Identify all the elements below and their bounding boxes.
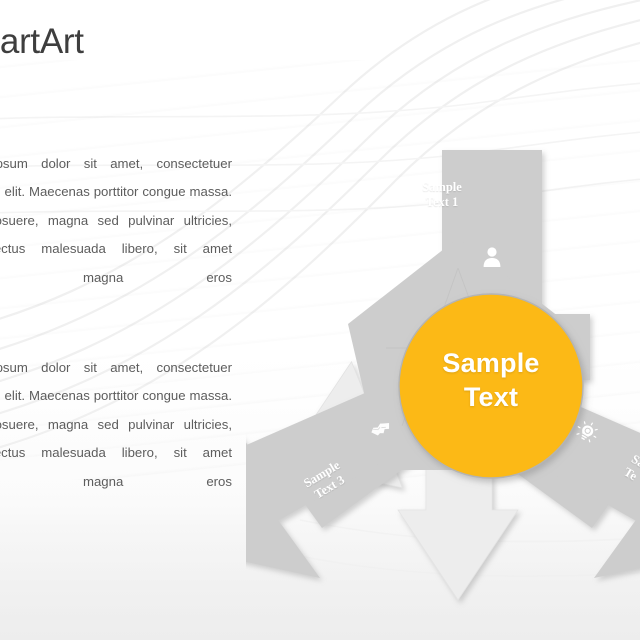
body-paragraph-2: Lorem ipsum dolor sit amet, consectetuer… <box>0 360 232 489</box>
smartart-star-diagram: Sample Text 1 Sample Text 3 Sa Te Sample… <box>246 118 640 618</box>
body-text-column: Lorem ipsum dolor sit amet, consectetuer… <box>0 150 232 496</box>
slide-canvas: SmartArt Lorem ipsum dolor sit amet, con… <box>0 0 640 640</box>
center-circle[interactable] <box>398 293 584 479</box>
smartart-shapes <box>246 150 640 601</box>
page-title: SmartArt <box>0 22 84 61</box>
body-paragraph-1: Lorem ipsum dolor sit amet, consectetuer… <box>0 156 232 285</box>
